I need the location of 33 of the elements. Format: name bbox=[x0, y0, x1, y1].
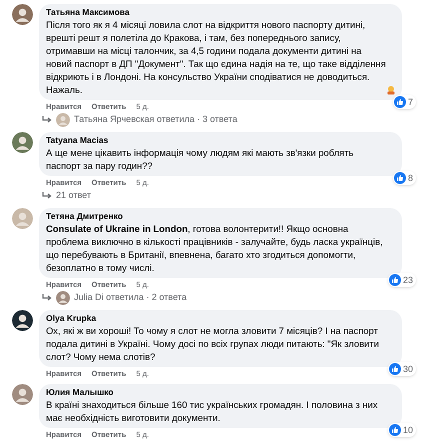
reply-arrow-icon bbox=[42, 116, 52, 124]
reaction-badge[interactable]: 30 bbox=[388, 362, 416, 376]
reaction-count: 7 bbox=[408, 97, 413, 107]
comment-text: В країні знаходиться більше 160 тис українських громадян. І половина з них має необхідність виготовити документи. bbox=[46, 399, 378, 423]
thumbs-up-icon bbox=[388, 424, 401, 436]
replies-link[interactable]: 21 ответ bbox=[56, 188, 91, 202]
author-name[interactable]: Tatyana Macias bbox=[46, 135, 395, 146]
replies-link[interactable]: Julia Di ответила · 2 ответа bbox=[74, 290, 187, 304]
reply-arrow-icon bbox=[42, 294, 52, 302]
comment-text: Consulate of Ukraine in London, готова волонтерити!! Якщо основна проблема виключно в кількості працівників - залучайте, будь ласка українців, що перебувають в Британії, впевнена, багато хто згодиться допомогти, безоплатно в тому числі. bbox=[46, 223, 383, 273]
reaction-count: 30 bbox=[402, 364, 413, 374]
author-name[interactable]: Olya Krupka bbox=[46, 313, 395, 324]
thumbs-up-icon bbox=[388, 363, 401, 375]
comment-text: А ще мене цікавить інформація чому людям які мають зв'язки роблять паспорт за пару годин?? bbox=[46, 147, 354, 171]
reaction-badge[interactable]: 23 bbox=[388, 273, 416, 287]
reaction-count: 10 bbox=[402, 425, 413, 435]
author-name[interactable]: Тетяна Дмитренко bbox=[46, 211, 395, 222]
person-emoji-icon bbox=[386, 85, 396, 95]
reaction-count: 8 bbox=[408, 173, 413, 183]
author-name[interactable]: Юлия Малышко bbox=[46, 387, 395, 398]
comment-text: Після того як я 4 місяці ловила слот на відкриття нового паспорту дитині, врешті решт я полетіла до Кракова, і там, без попереднього запису, отримавши на місці талончик, за 4,5 години подала документи дитині на новий паспорт в ДП "Документ". Так що єдина надія на те, що таке відділення відкриють і в Лондоні. На консульство України сподіватися не доводиться. Нажаль. bbox=[46, 19, 386, 95]
reaction-badge[interactable]: 8 bbox=[392, 171, 416, 185]
reaction-badge[interactable]: 7 bbox=[392, 95, 416, 109]
comment-text: Ох, які ж ви хороші! То чому я слот не могла зловити 7 місяців? І на паспорт подала дитині в Україні. Чому досі по всіх групах люди питають: "Як зловити слот? Чому нема слотів? bbox=[46, 325, 379, 362]
replies-link[interactable]: Татьяна Ярчевская ответила · 3 ответа bbox=[74, 112, 238, 126]
author-name[interactable]: Татьяна Максимова bbox=[46, 7, 395, 18]
reply-arrow-icon bbox=[42, 192, 52, 200]
thumbs-up-icon bbox=[394, 96, 406, 108]
avatar-icon[interactable] bbox=[12, 310, 33, 331]
reaction-count: 23 bbox=[402, 275, 413, 285]
reaction-badge[interactable]: 10 bbox=[388, 423, 416, 437]
thumbs-up-icon bbox=[388, 274, 401, 286]
thumbs-up-icon bbox=[394, 172, 406, 184]
